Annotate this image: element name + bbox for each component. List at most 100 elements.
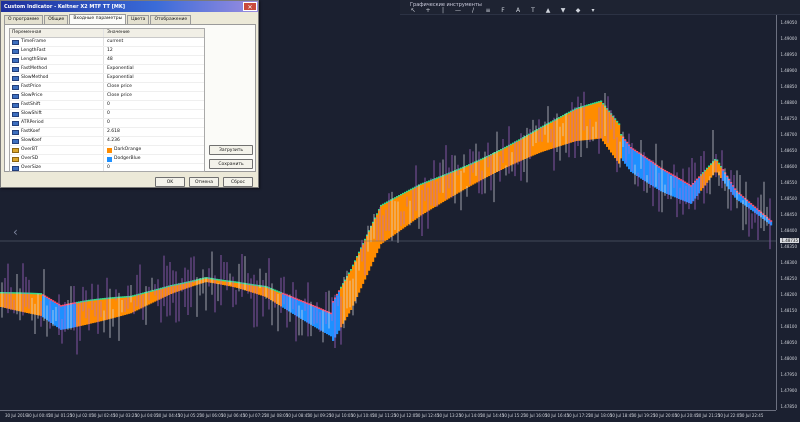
param-value-cell[interactable]: 4.236 — [104, 137, 204, 145]
label-icon[interactable]: T — [530, 8, 536, 14]
price-tick-label: 1.48750 — [780, 116, 797, 121]
time-tick-label: 30 Jul 22:45 — [739, 413, 764, 418]
param-row[interactable]: OverSize 0 — [10, 164, 204, 171]
param-name-cell: TimeFrame — [10, 38, 104, 46]
param-icon — [12, 48, 19, 54]
param-value-cell[interactable]: DarkOrange — [104, 146, 204, 154]
param-value: DodgerBlue — [114, 156, 141, 161]
time-axis[interactable]: 30 Jul 2019 30 Jul 00:45 30 Jul 01:25 30 Ju… — [0, 410, 776, 422]
ok-button[interactable]: OK — [155, 177, 185, 187]
param-value-cell[interactable]: Close price — [104, 92, 204, 100]
color-icon — [12, 147, 19, 153]
param-name: ATRPeriod — [21, 120, 44, 125]
time-tick-label: 30 Jul 10:05 — [329, 413, 353, 418]
column-name-header: Переменная — [10, 29, 104, 37]
dialog-titlebar[interactable]: Custom Indicator - Keltner X2 MTF TT [MK… — [1, 1, 258, 12]
param-value-cell[interactable]: 0 — [104, 101, 204, 109]
time-tick-label: 30 Jul 15:25 — [501, 413, 526, 418]
price-tick-label: 1.48200 — [780, 292, 797, 297]
param-row[interactable]: ATRPeriod 0 — [10, 119, 204, 128]
param-value-cell[interactable]: Close price — [104, 83, 204, 91]
arrow-down-icon[interactable]: ▼ — [560, 8, 566, 14]
param-name-cell: FastKoef — [10, 128, 104, 136]
param-name: FastKoef — [21, 129, 40, 134]
time-tick-label: 30 Jul 05:25 — [177, 413, 202, 418]
param-name-cell: ATRPeriod — [10, 119, 104, 127]
param-value-cell[interactable]: Exponential — [104, 65, 204, 73]
param-value-cell[interactable]: 12 — [104, 47, 204, 55]
param-value-cell[interactable]: current — [104, 38, 204, 46]
param-name-cell: OverBT — [10, 146, 104, 154]
time-tick-label: 30 Jul 04:45 — [156, 413, 181, 418]
price-tick-label: 1.48900 — [780, 68, 797, 73]
tab-1[interactable]: Общие — [44, 15, 69, 24]
color-swatch — [107, 156, 112, 162]
time-tick-label: 30 Jul 00:45 — [26, 413, 51, 418]
param-value-cell[interactable]: 0 — [104, 110, 204, 118]
vertical-line-icon[interactable]: | — [440, 8, 446, 14]
param-value-cell[interactable]: 2.618 — [104, 128, 204, 136]
param-value-cell[interactable]: DodgerBlue — [104, 155, 204, 163]
param-name-cell: FastMethod — [10, 65, 104, 73]
load-button[interactable]: Загрузить — [209, 145, 253, 155]
param-row[interactable]: SlowPrice Close price — [10, 92, 204, 101]
param-row[interactable]: SlowKoef 4.236 — [10, 137, 204, 146]
param-name-cell: SlowKoef — [10, 137, 104, 145]
param-row[interactable]: TimeFrame current — [10, 38, 204, 47]
param-row[interactable]: FastKoef 2.618 — [10, 128, 204, 137]
param-row[interactable]: OverBT DarkOrange — [10, 146, 204, 155]
cursor-icon[interactable]: ↖ — [410, 8, 416, 14]
param-row[interactable]: LengthFast 12 — [10, 47, 204, 56]
reset-button[interactable]: Сброс — [223, 177, 253, 187]
price-tick-label: 1.48550 — [780, 180, 797, 185]
scroll-left-icon[interactable]: ‹ — [13, 225, 18, 239]
current-price-label: 1.48735 — [780, 238, 799, 243]
save-button[interactable]: Сохранить — [209, 159, 253, 169]
param-icon — [12, 120, 19, 126]
param-name: FastMethod — [21, 66, 47, 71]
param-value-cell[interactable]: Exponential — [104, 74, 204, 82]
param-row[interactable]: SlowShift 0 — [10, 110, 204, 119]
param-icon — [12, 93, 19, 99]
cancel-button[interactable]: Отмена — [189, 177, 219, 187]
text-icon[interactable]: A — [515, 8, 521, 14]
param-name: LengthFast — [21, 48, 46, 53]
param-row[interactable]: LengthSlow 48 — [10, 56, 204, 65]
param-row[interactable]: OverSD DodgerBlue — [10, 155, 204, 164]
time-tick-label: 30 Jul 18:05 — [588, 413, 613, 418]
dialog-tabs: О программе Общие Входные параметры Цвета От… — [4, 14, 192, 24]
param-row[interactable]: FastMethod Exponential — [10, 65, 204, 74]
price-tick-label: 1.48000 — [780, 356, 797, 361]
time-tick-label: 30 Jul 19:25 — [631, 413, 656, 418]
tab-2[interactable]: Входные параметры — [69, 14, 127, 24]
horizontal-line-icon[interactable]: — — [455, 8, 461, 14]
param-name: FastShift — [21, 102, 41, 107]
param-name-cell: LengthFast — [10, 47, 104, 55]
tab-4[interactable]: Отображение — [150, 15, 192, 24]
param-row[interactable]: FastPrice Close price — [10, 83, 204, 92]
trendline-icon[interactable]: / — [470, 8, 476, 14]
param-value-cell[interactable]: 0 — [104, 119, 204, 127]
param-value-cell[interactable]: 0 — [104, 164, 204, 171]
close-icon[interactable]: ✕ — [243, 2, 257, 11]
price-axis[interactable]: 1.49050 1.49000 1.48950 1.48900 1.48850 1.488… — [776, 0, 800, 410]
param-value-cell[interactable]: 48 — [104, 56, 204, 64]
param-value: 0 — [107, 111, 110, 116]
more-icon[interactable]: ▾ — [590, 8, 596, 14]
param-icon — [12, 39, 19, 45]
param-row[interactable]: FastShift 0 — [10, 101, 204, 110]
param-row[interactable]: SlowMethod Exponential — [10, 74, 204, 83]
tab-3[interactable]: Цвета — [127, 15, 150, 24]
time-tick-label: 30 Jul 02:45 — [91, 413, 116, 418]
tab-0[interactable]: О программе — [4, 15, 44, 24]
crosshair-icon[interactable]: + — [425, 8, 431, 14]
param-value: current — [107, 39, 124, 44]
time-tick-label: 30 Jul 06:45 — [221, 413, 245, 418]
shapes-icon[interactable]: ◆ — [575, 8, 581, 14]
param-value: Exponential — [107, 75, 134, 80]
fibonacci-icon[interactable]: F — [500, 8, 506, 14]
channel-icon[interactable]: ≡ — [485, 8, 491, 14]
param-icon — [12, 165, 19, 171]
arrow-up-icon[interactable]: ▲ — [545, 8, 551, 14]
time-tick-label: 30 Jul 2019 — [5, 413, 28, 418]
